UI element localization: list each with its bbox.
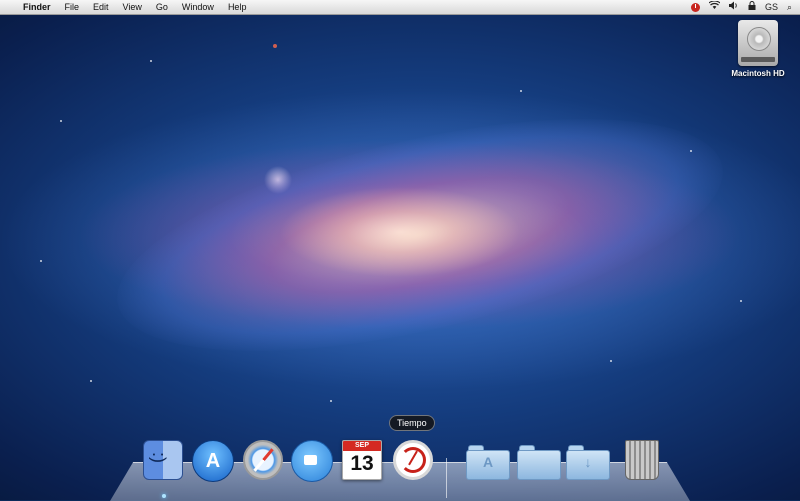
download-arrow-icon: ↓	[584, 454, 592, 470]
star	[690, 150, 692, 152]
volume-icon[interactable]	[728, 0, 739, 14]
star	[273, 44, 277, 48]
user-menu[interactable]: GS	[765, 0, 778, 14]
dock-ical[interactable]: SEP 13	[342, 440, 384, 482]
safari-compass-icon[interactable]	[243, 440, 283, 480]
menu-extras: GS ⌕	[690, 0, 800, 14]
menu-window[interactable]: Window	[175, 0, 221, 14]
running-indicator	[162, 494, 166, 498]
star	[150, 60, 152, 62]
menu-bar: Finder File Edit View Go Window Help GS …	[0, 0, 800, 15]
time-machine-clock-icon[interactable]	[393, 440, 433, 480]
calendar-icon[interactable]: SEP 13	[342, 440, 382, 480]
applications-glyph-icon: A	[482, 454, 494, 470]
star	[90, 380, 92, 382]
dock-facetime[interactable]	[291, 440, 333, 482]
calendar-day: 13	[350, 452, 374, 475]
menu-go[interactable]: Go	[149, 0, 175, 14]
trash-icon[interactable]	[625, 440, 659, 480]
finder-icon[interactable]	[143, 440, 183, 480]
star	[740, 300, 742, 302]
lock-icon[interactable]	[748, 0, 756, 14]
time-machine-icon[interactable]	[690, 2, 700, 12]
menu-edit[interactable]: Edit	[86, 0, 116, 14]
dock-trash[interactable]	[621, 440, 663, 482]
menu-help[interactable]: Help	[221, 0, 254, 14]
dock-finder[interactable]	[143, 440, 185, 482]
star	[60, 120, 62, 122]
star	[610, 360, 612, 362]
menu-view[interactable]: View	[116, 0, 149, 14]
star	[520, 90, 522, 92]
star	[40, 260, 42, 262]
app-store-icon[interactable]: A	[192, 440, 234, 482]
macintosh-hd-label: Macintosh HD	[731, 69, 785, 78]
dock-app-store[interactable]: A	[192, 440, 234, 482]
dock-applications-folder[interactable]: A	[466, 444, 510, 480]
facetime-camera-icon[interactable]	[291, 440, 333, 482]
star	[330, 400, 332, 402]
menu-file[interactable]: File	[58, 0, 87, 14]
menu-finder[interactable]: Finder	[16, 0, 58, 14]
spotlight-icon[interactable]: ⌕	[787, 0, 792, 14]
macintosh-hd-desktop-item[interactable]: Macintosh HD	[726, 20, 790, 78]
dock-tooltip: Tiempo	[389, 415, 435, 431]
calendar-month: SEP	[343, 441, 381, 451]
folder-icon	[517, 450, 561, 480]
dock-separator[interactable]	[446, 458, 447, 498]
wifi-icon[interactable]	[708, 0, 721, 14]
hard-drive-icon[interactable]	[738, 20, 778, 66]
dock-downloads-folder[interactable]: ↓	[566, 444, 610, 480]
dock-tiempo[interactable]	[393, 440, 435, 482]
dock-documents-folder[interactable]	[517, 444, 561, 480]
dock-safari[interactable]	[243, 440, 285, 482]
